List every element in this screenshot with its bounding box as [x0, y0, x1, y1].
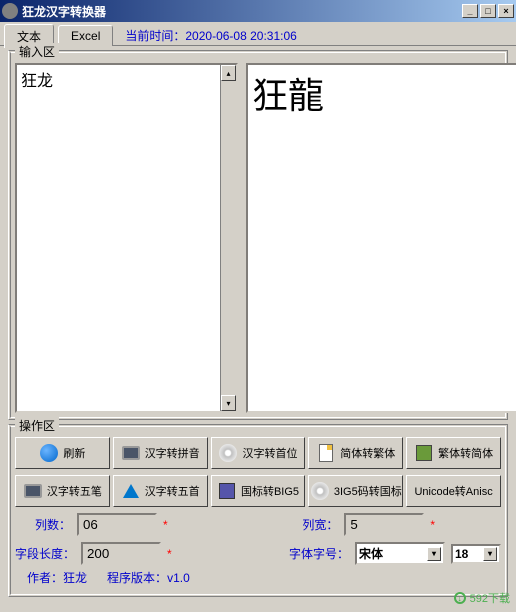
scroll-up-icon[interactable]: ▴ [221, 65, 236, 81]
hanzi-shouwei-button[interactable]: 汉字转首位 [211, 437, 306, 469]
lieshu-input[interactable] [77, 513, 157, 536]
output-textarea-wrap: 狂龍 ▴ ▾ [246, 63, 516, 413]
input-textarea[interactable]: 狂龙 [17, 65, 220, 411]
book-icon [217, 481, 237, 501]
button-row-2: 汉字转五笔 汉字转五首 国标转BIG5 3IG5码转国标 Unicode转Ani… [15, 475, 501, 507]
footer: 作者：狂龙 程序版本：v1.0 [15, 565, 501, 590]
liekuan-label: 列宽： [282, 516, 338, 533]
refresh-button[interactable]: 刷新 [15, 437, 110, 469]
big5-guobiao-button[interactable]: 3IG5码转国标 [308, 475, 403, 507]
titlebar: 狂龙汉字转换器 _ □ × [0, 0, 516, 22]
input-textarea-wrap: 狂龙 ▴ ▾ [15, 63, 238, 413]
minimize-button[interactable]: _ [462, 4, 478, 18]
action-fieldset: 操作区 刷新 汉字转拼音 汉字转首位 简体转繁体 繁体转简体 [8, 424, 508, 597]
monitor-icon [121, 443, 141, 463]
input-scrollbar[interactable]: ▴ ▾ [220, 65, 236, 411]
guobiao-big5-button[interactable]: 国标转BIG5 [211, 475, 306, 507]
close-button[interactable]: × [498, 4, 514, 18]
ziti-label: 字体字号： [289, 545, 349, 562]
scroll-down-icon[interactable]: ▾ [221, 395, 236, 411]
watermark: ↓ 592下载 [454, 590, 510, 606]
simp-trad-button[interactable]: 简体转繁体 [308, 437, 403, 469]
ziduan-label: 字段长度： [15, 545, 75, 562]
timestamp: 当前时间：2020-06-08 20:31:06 [125, 27, 296, 44]
ziduan-input[interactable] [81, 542, 161, 565]
cd-icon [218, 443, 238, 463]
tab-excel[interactable]: Excel [58, 25, 113, 46]
trad-simp-button[interactable]: 繁体转简体 [406, 437, 501, 469]
button-row-1: 刷新 汉字转拼音 汉字转首位 简体转繁体 繁体转简体 [15, 437, 501, 469]
maximize-button[interactable]: □ [480, 4, 496, 18]
monitor-icon [23, 481, 43, 501]
lieshu-label: 列数： [15, 516, 71, 533]
font-name-combo[interactable]: 宋体 ▾ [355, 542, 445, 565]
asterisk-icon: * [430, 518, 435, 532]
globe-icon [39, 443, 59, 463]
output-textarea[interactable]: 狂龍 [248, 65, 516, 411]
input-fieldset: 输入区 狂龙 ▴ ▾ 狂龍 ▴ ▾ [8, 50, 508, 420]
triangle-icon [121, 481, 141, 501]
font-size-combo[interactable]: 18 ▾ [451, 544, 501, 564]
chevron-down-icon: ▾ [483, 547, 497, 561]
doc-icon [316, 443, 336, 463]
action-legend: 操作区 [15, 417, 59, 434]
cd-icon [310, 481, 330, 501]
chevron-down-icon: ▾ [427, 547, 441, 561]
square-icon [414, 443, 434, 463]
input-legend: 输入区 [15, 43, 59, 60]
asterisk-icon: * [163, 518, 168, 532]
tab-bar: 文本 Excel 当前时间：2020-06-08 20:31:06 [0, 22, 516, 46]
hanzi-wushou-button[interactable]: 汉字转五首 [113, 475, 208, 507]
window-title: 狂龙汉字转换器 [22, 3, 462, 20]
liekuan-input[interactable] [344, 513, 424, 536]
hanzi-pinyin-button[interactable]: 汉字转拼音 [113, 437, 208, 469]
hanzi-wubi-button[interactable]: 汉字转五笔 [15, 475, 110, 507]
download-icon: ↓ [454, 592, 466, 604]
unicode-anisc-button[interactable]: Unicode转Anisc [406, 475, 501, 507]
asterisk-icon: * [167, 547, 172, 561]
app-icon [2, 3, 18, 19]
